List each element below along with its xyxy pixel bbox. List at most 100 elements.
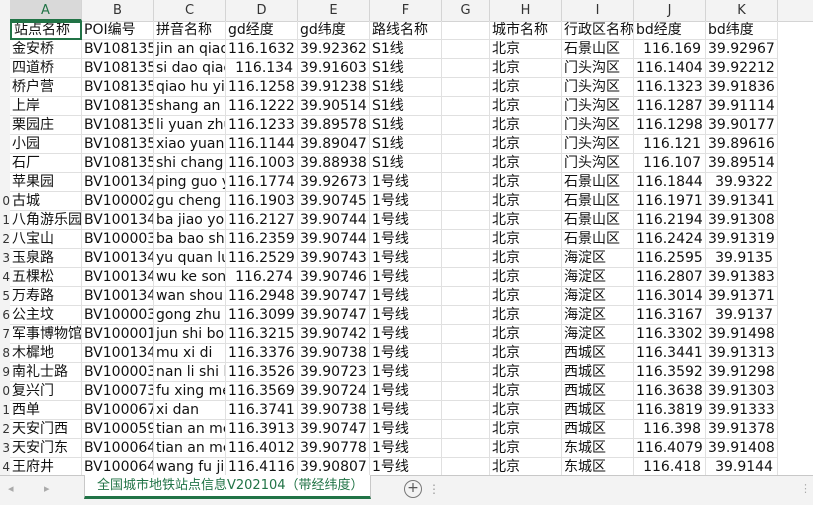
cell-D-9[interactable]: 116.1774	[226, 173, 298, 192]
cell-J-9[interactable]: 116.1844	[634, 173, 706, 192]
cell-J-1[interactable]: bd经度	[634, 21, 706, 40]
cell-D-16[interactable]: 116.3099	[226, 306, 298, 325]
cell-H-9[interactable]: 北京	[490, 173, 562, 192]
cell-F-20[interactable]: 1号线	[370, 382, 442, 401]
cell-C-22[interactable]: tian an men	[154, 420, 226, 439]
cell-D-6[interactable]: 116.1233	[226, 116, 298, 135]
column-header-H[interactable]: H	[490, 0, 562, 21]
cell-A-10[interactable]: 古城	[10, 192, 82, 211]
cell-F-3[interactable]: S1线	[370, 59, 442, 78]
cell-G-11[interactable]	[442, 211, 490, 230]
cell-E-18[interactable]: 39.90738	[298, 344, 370, 363]
cell-E-19[interactable]: 39.90723	[298, 363, 370, 382]
cell-H-22[interactable]: 北京	[490, 420, 562, 439]
cell-B-13[interactable]: BV1001345	[82, 249, 154, 268]
cell-A-19[interactable]: 南礼士路	[10, 363, 82, 382]
cell-B-21[interactable]: BV1000679	[82, 401, 154, 420]
cell-K-24[interactable]: 39.9144	[706, 458, 778, 475]
cell-G-8[interactable]	[442, 154, 490, 173]
cell-J-20[interactable]: 116.3638	[634, 382, 706, 401]
cell-H-15[interactable]: 北京	[490, 287, 562, 306]
cell-F-1[interactable]: 路线名称	[370, 21, 442, 40]
cell-D-1[interactable]: gd经度	[226, 21, 298, 40]
cell-H-6[interactable]: 北京	[490, 116, 562, 135]
column-header-C[interactable]: C	[154, 0, 226, 21]
cell-I-11[interactable]: 石景山区	[562, 211, 634, 230]
cell-G-14[interactable]	[442, 268, 490, 287]
cell-F-19[interactable]: 1号线	[370, 363, 442, 382]
cell-A-14[interactable]: 五棵松	[10, 268, 82, 287]
cell-D-18[interactable]: 116.3376	[226, 344, 298, 363]
cell-I-5[interactable]: 门头沟区	[562, 97, 634, 116]
cell-B-23[interactable]: BV1000649	[82, 439, 154, 458]
cell-C-18[interactable]: mu xi di	[154, 344, 226, 363]
cell-K-5[interactable]: 39.91114	[706, 97, 778, 116]
cell-B-2[interactable]: BV1081354	[82, 40, 154, 59]
cell-F-4[interactable]: S1线	[370, 78, 442, 97]
cell-E-9[interactable]: 39.92673	[298, 173, 370, 192]
cell-J-7[interactable]: 116.121	[634, 135, 706, 154]
cell-K-4[interactable]: 39.91836	[706, 78, 778, 97]
cell-G-5[interactable]	[442, 97, 490, 116]
cell-B-20[interactable]: BV1000737	[82, 382, 154, 401]
cell-I-23[interactable]: 东城区	[562, 439, 634, 458]
cell-H-11[interactable]: 北京	[490, 211, 562, 230]
cell-H-21[interactable]: 北京	[490, 401, 562, 420]
cell-E-11[interactable]: 39.90744	[298, 211, 370, 230]
cell-I-24[interactable]: 东城区	[562, 458, 634, 475]
cell-D-23[interactable]: 116.4012	[226, 439, 298, 458]
cell-E-8[interactable]: 39.88938	[298, 154, 370, 173]
more-options-icon[interactable]: ⋮	[428, 482, 440, 496]
cell-I-1[interactable]: 行政区名称	[562, 21, 634, 40]
cell-E-17[interactable]: 39.90742	[298, 325, 370, 344]
cell-I-2[interactable]: 石景山区	[562, 40, 634, 59]
cell-J-23[interactable]: 116.4079	[634, 439, 706, 458]
cell-A-1[interactable]: 站点名称	[10, 21, 82, 40]
cell-D-11[interactable]: 116.2127	[226, 211, 298, 230]
column-header-D[interactable]: D	[226, 0, 298, 21]
cell-C-4[interactable]: qiao hu ying	[154, 78, 226, 97]
cell-E-4[interactable]: 39.91238	[298, 78, 370, 97]
cell-C-23[interactable]: tian an men	[154, 439, 226, 458]
cell-J-15[interactable]: 116.3014	[634, 287, 706, 306]
cell-B-5[interactable]: BV1081354	[82, 97, 154, 116]
cell-K-19[interactable]: 39.91298	[706, 363, 778, 382]
cell-A-9[interactable]: 苹果园	[10, 173, 82, 192]
cell-H-17[interactable]: 北京	[490, 325, 562, 344]
cell-E-23[interactable]: 39.90778	[298, 439, 370, 458]
column-header-J[interactable]: J	[634, 0, 706, 21]
cell-B-22[interactable]: BV1000594	[82, 420, 154, 439]
cell-G-15[interactable]	[442, 287, 490, 306]
cell-F-14[interactable]: 1号线	[370, 268, 442, 287]
cell-I-17[interactable]: 海淀区	[562, 325, 634, 344]
cell-K-12[interactable]: 39.91319	[706, 230, 778, 249]
cell-I-21[interactable]: 西城区	[562, 401, 634, 420]
cell-I-9[interactable]: 石景山区	[562, 173, 634, 192]
cell-E-7[interactable]: 39.89047	[298, 135, 370, 154]
cell-D-13[interactable]: 116.2529	[226, 249, 298, 268]
cell-H-12[interactable]: 北京	[490, 230, 562, 249]
cell-D-12[interactable]: 116.2359	[226, 230, 298, 249]
cell-F-5[interactable]: S1线	[370, 97, 442, 116]
cell-I-16[interactable]: 海淀区	[562, 306, 634, 325]
cell-J-16[interactable]: 116.3167	[634, 306, 706, 325]
cell-B-10[interactable]: BV1000029	[82, 192, 154, 211]
cell-H-2[interactable]: 北京	[490, 40, 562, 59]
cell-C-19[interactable]: nan li shi lu	[154, 363, 226, 382]
cell-H-5[interactable]: 北京	[490, 97, 562, 116]
cell-G-12[interactable]	[442, 230, 490, 249]
cell-G-3[interactable]	[442, 59, 490, 78]
cell-D-4[interactable]: 116.1258	[226, 78, 298, 97]
cell-G-9[interactable]	[442, 173, 490, 192]
cell-F-23[interactable]: 1号线	[370, 439, 442, 458]
cell-J-5[interactable]: 116.1287	[634, 97, 706, 116]
cell-F-11[interactable]: 1号线	[370, 211, 442, 230]
cell-F-9[interactable]: 1号线	[370, 173, 442, 192]
cell-B-8[interactable]: BV1081354	[82, 154, 154, 173]
cell-G-10[interactable]	[442, 192, 490, 211]
sheet-tab-active[interactable]: 全国城市地铁站点信息V202104（带经纬度）	[84, 475, 371, 499]
cell-B-24[interactable]: BV1000649	[82, 458, 154, 475]
cell-D-19[interactable]: 116.3526	[226, 363, 298, 382]
cell-J-14[interactable]: 116.2807	[634, 268, 706, 287]
cell-I-4[interactable]: 门头沟区	[562, 78, 634, 97]
